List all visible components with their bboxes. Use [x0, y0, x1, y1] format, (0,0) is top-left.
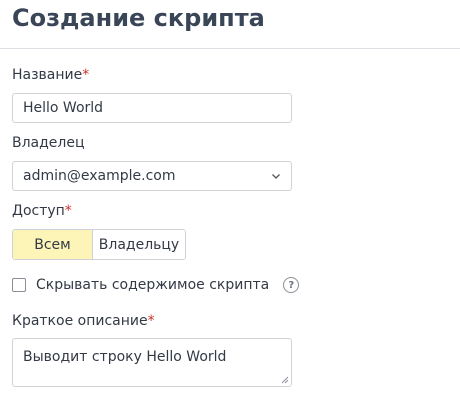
owner-label: Владелец	[12, 135, 85, 151]
chevron-down-icon	[272, 174, 280, 179]
access-label: Доступ*	[12, 203, 72, 219]
hide-content-label[interactable]: Скрывать содержимое скрипта	[36, 277, 269, 293]
hide-content-row: Скрывать содержимое скрипта ?	[12, 276, 300, 294]
description-textarea[interactable]: Выводит строку Hello World	[12, 338, 292, 387]
access-label-text: Доступ	[12, 203, 65, 219]
description-label-text: Краткое описание	[12, 313, 148, 329]
help-circle-icon[interactable]: ?	[283, 277, 300, 293]
page-title: Создание скрипта	[12, 4, 265, 32]
hide-content-checkbox[interactable]	[12, 278, 26, 292]
name-required-mark: *	[82, 67, 90, 83]
access-option-all[interactable]: Всем	[13, 230, 93, 259]
description-required-mark: *	[147, 313, 155, 329]
resize-grip-icon[interactable]	[281, 376, 289, 384]
owner-select[interactable]: admin@example.com	[12, 161, 292, 191]
owner-select-value: admin@example.com	[23, 168, 176, 184]
access-required-mark: *	[64, 203, 72, 219]
name-input[interactable]: Hello World	[12, 93, 292, 123]
description-label: Краткое описание*	[12, 313, 155, 329]
access-option-owner[interactable]: Владельцу	[93, 230, 185, 259]
access-segmented-control: Всем Владельцу	[12, 229, 186, 260]
name-input-value: Hello World	[23, 100, 104, 116]
description-textarea-value: Выводит строку Hello World	[23, 349, 227, 365]
name-label-text: Название	[12, 67, 83, 83]
name-label: Название*	[12, 67, 89, 83]
header-divider	[0, 48, 460, 49]
